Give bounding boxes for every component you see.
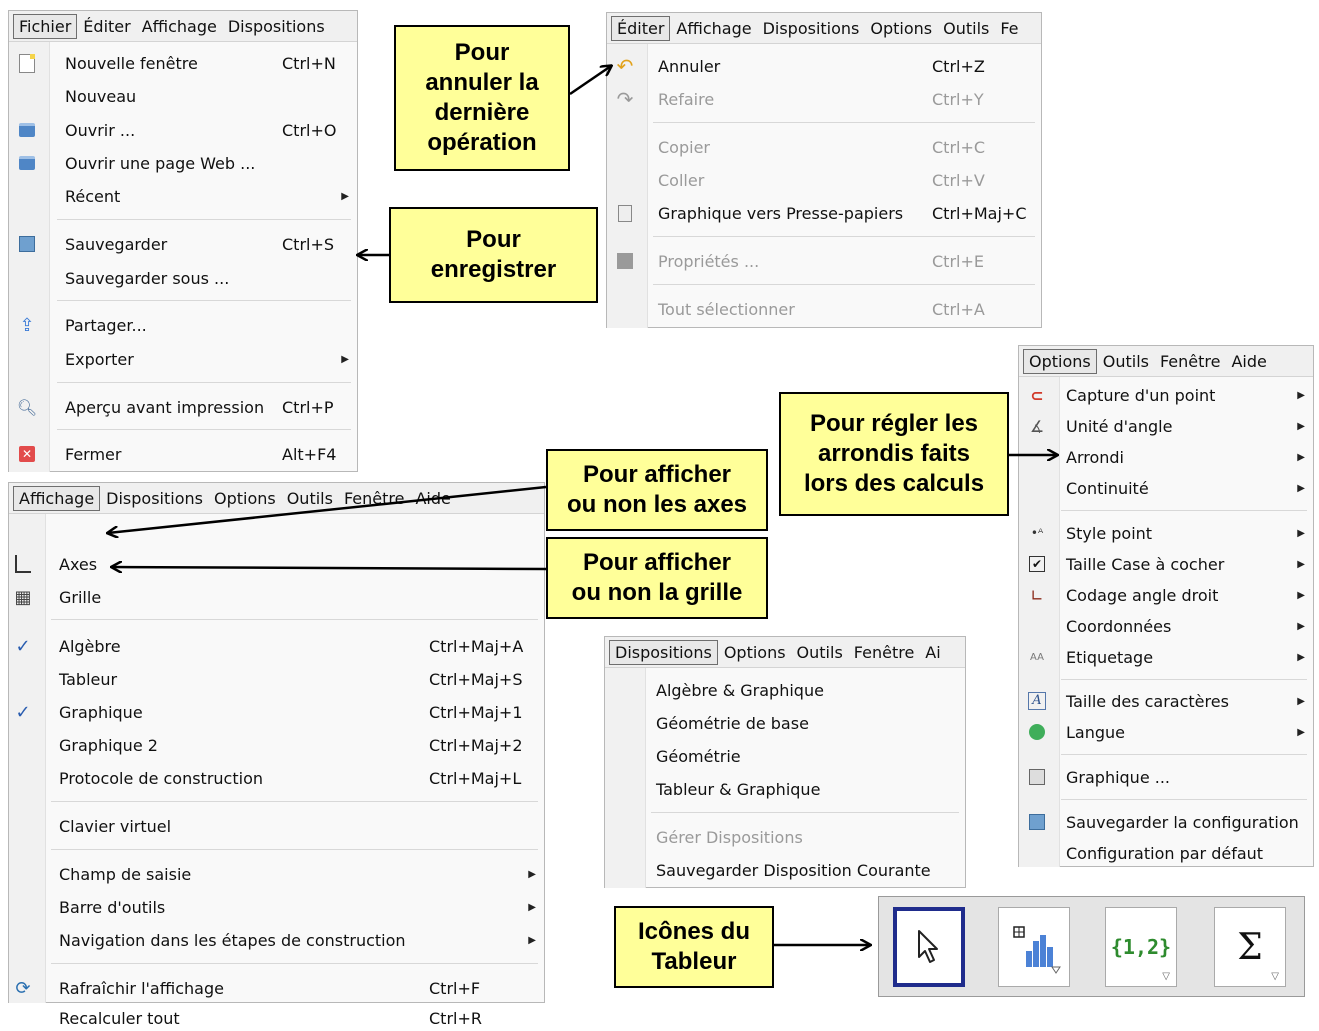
arrow-grille [112, 567, 547, 569]
menu-item-recalculer[interactable]: Recalculer tout Ctrl+R [9, 1005, 544, 1031]
arrow-axes [108, 485, 547, 533]
annotation-arrows [0, 0, 1319, 1003]
arrow-annuler [569, 66, 611, 96]
item-shortcut: Ctrl+R [429, 1008, 482, 1028]
item-label: Recalculer tout [59, 1008, 180, 1028]
